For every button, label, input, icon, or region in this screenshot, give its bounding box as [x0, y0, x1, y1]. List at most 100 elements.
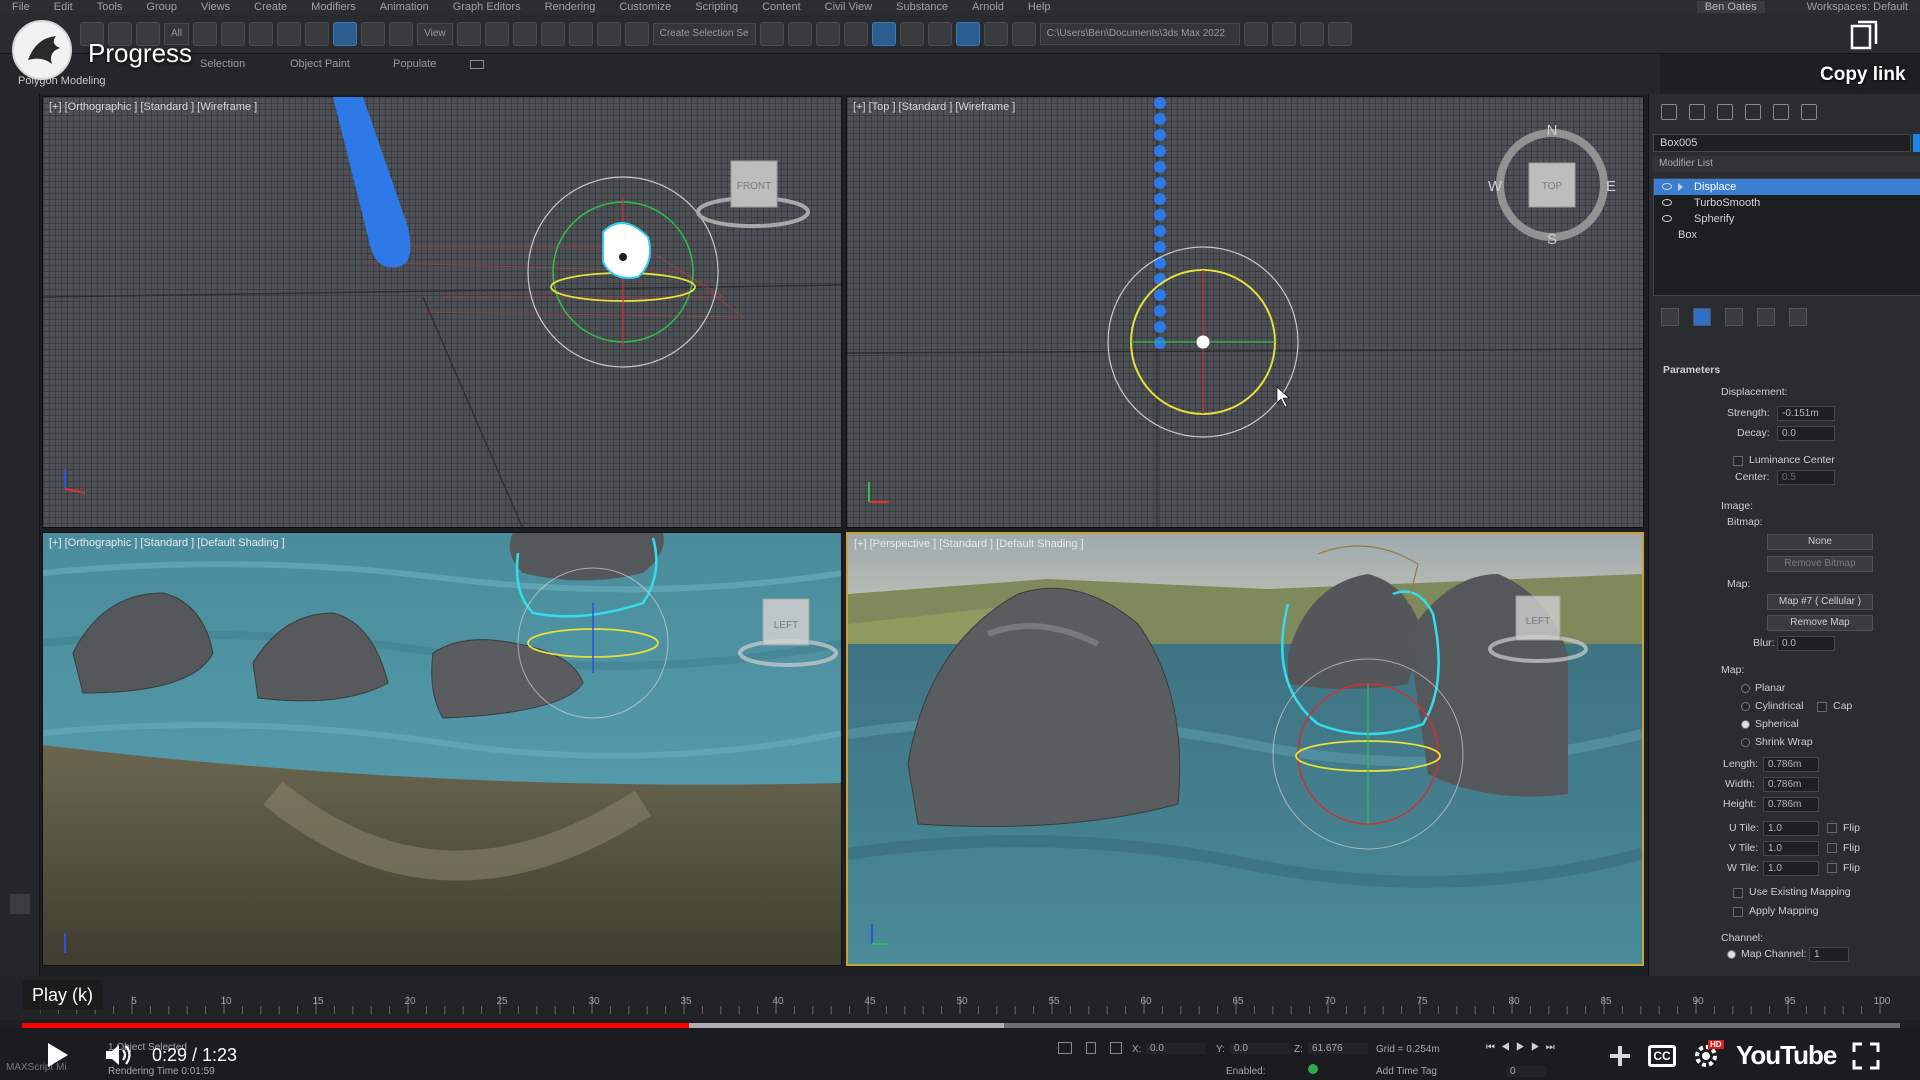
- menu-graph-editors[interactable]: Graph Editors: [441, 1, 533, 13]
- expand-icon[interactable]: [1678, 183, 1683, 191]
- object-name-field[interactable]: Box005: [1653, 134, 1911, 152]
- material-editor-icon[interactable]: [927, 21, 952, 46]
- configure-sets-icon[interactable]: [1789, 308, 1807, 326]
- project-path-field[interactable]: C:\Users\Ben\Documents\3ds Max 2022: [1039, 22, 1240, 45]
- render-frame-icon[interactable]: [983, 21, 1008, 46]
- shrink-wrap-radio[interactable]: [1741, 738, 1750, 747]
- center-input[interactable]: 0.5: [1777, 470, 1835, 485]
- luminance-center-checkbox[interactable]: [1733, 456, 1743, 466]
- layer-explorer-icon[interactable]: [843, 21, 868, 46]
- menu-arnold[interactable]: Arnold: [960, 1, 1016, 13]
- viewport-label-br[interactable]: [+] [Perspective ] [Standard ] [Default …: [854, 538, 1084, 550]
- reference-coordinate-dropdown[interactable]: View: [417, 22, 453, 45]
- make-unique-icon[interactable]: [1725, 308, 1743, 326]
- z-coord-field[interactable]: 61.676: [1308, 1043, 1368, 1054]
- cylindrical-radio[interactable]: [1741, 702, 1750, 711]
- ribbon-options-icon[interactable]: [470, 60, 484, 69]
- keyboard-shortcut-icon[interactable]: [484, 21, 509, 46]
- isolate-icon[interactable]: [1058, 1042, 1072, 1054]
- eye-icon[interactable]: [1662, 215, 1672, 222]
- scene-explorer-icon[interactable]: [815, 21, 840, 46]
- utile-input[interactable]: 1.0: [1763, 821, 1819, 836]
- rect-selection-icon[interactable]: [249, 21, 274, 46]
- u-flip-checkbox[interactable]: [1827, 823, 1837, 833]
- current-frame-field[interactable]: 0: [1506, 1066, 1546, 1077]
- height-input[interactable]: 0.786m: [1763, 797, 1819, 812]
- angle-snap-icon[interactable]: [540, 21, 565, 46]
- select-by-name-icon[interactable]: [221, 21, 246, 46]
- lock-icon[interactable]: [1086, 1042, 1096, 1054]
- plus-icon[interactable]: [1608, 1044, 1632, 1068]
- project-folder-icon[interactable]: [1243, 21, 1268, 46]
- decay-input[interactable]: 0.0: [1777, 426, 1835, 441]
- v-flip-checkbox[interactable]: [1827, 843, 1837, 853]
- viewcube-front-label[interactable]: FRONT: [737, 181, 771, 192]
- youtube-logo[interactable]: YouTube: [1736, 1040, 1837, 1071]
- edit-named-selection-icon[interactable]: [624, 21, 649, 46]
- viewport-top-wireframe[interactable]: TOP N S E W [+] [Top ] [Standard ] [Wire…: [846, 96, 1644, 528]
- menu-edit[interactable]: Edit: [42, 1, 85, 13]
- viewcube-left-label[interactable]: LEFT: [774, 620, 798, 631]
- viewport-label-bl[interactable]: [+] [Orthographic ] [Standard ] [Default…: [49, 537, 285, 549]
- length-input[interactable]: 0.786m: [1763, 757, 1819, 772]
- schematic-view-icon[interactable]: [899, 21, 924, 46]
- modifier-list-dropdown[interactable]: Modifier List: [1653, 156, 1920, 172]
- render-setup-icon[interactable]: [955, 21, 980, 46]
- percent-snap-icon[interactable]: [568, 21, 593, 46]
- named-selection-dropdown[interactable]: Create Selection Se: [652, 22, 756, 45]
- menu-customize[interactable]: Customize: [607, 1, 683, 13]
- modify-tab-icon[interactable]: [1689, 104, 1705, 120]
- menu-file[interactable]: File: [0, 1, 42, 13]
- blur-input[interactable]: 0.0: [1777, 636, 1835, 651]
- apply-mapping-checkbox[interactable]: [1733, 907, 1743, 917]
- menu-create[interactable]: Create: [242, 1, 299, 13]
- menu-animation[interactable]: Animation: [368, 1, 441, 13]
- window-crossing-icon[interactable]: [277, 21, 302, 46]
- create-tab-icon[interactable]: [1661, 104, 1677, 120]
- align-icon[interactable]: [787, 21, 812, 46]
- menu-modifiers[interactable]: Modifiers: [299, 1, 368, 13]
- spinner-snap-icon[interactable]: [596, 21, 621, 46]
- w-flip-checkbox[interactable]: [1827, 863, 1837, 873]
- toolbar-extra2-icon[interactable]: [1299, 21, 1324, 46]
- utilities-tab-icon[interactable]: [1801, 104, 1817, 120]
- planar-radio[interactable]: [1741, 684, 1750, 693]
- copy-link-label[interactable]: Copy link: [1820, 64, 1906, 86]
- map-channel-radio[interactable]: [1727, 950, 1736, 959]
- wtile-input[interactable]: 1.0: [1763, 861, 1819, 876]
- remove-map-button[interactable]: Remove Map: [1767, 615, 1873, 631]
- video-title[interactable]: Progress: [88, 38, 192, 69]
- copy-link-icon[interactable]: [1850, 20, 1878, 52]
- settings-icon[interactable]: HD: [1692, 1039, 1724, 1070]
- map-channel-input[interactable]: 1: [1809, 947, 1849, 962]
- stack-item-turbosmooth[interactable]: TurboSmooth: [1654, 195, 1920, 211]
- spherical-radio[interactable]: [1741, 720, 1750, 729]
- playback-controls[interactable]: ⏮◀▶▶⏭: [1486, 1042, 1561, 1053]
- use-existing-mapping-checkbox[interactable]: [1733, 888, 1743, 898]
- menu-views[interactable]: Views: [189, 1, 242, 13]
- map-button[interactable]: Map #7 ( Cellular ): [1767, 594, 1873, 610]
- width-input[interactable]: 0.786m: [1763, 777, 1819, 792]
- viewport-orthographic-shaded[interactable]: LEFT [+] [Orthographic ] [Standard ] [De…: [42, 532, 842, 966]
- hierarchy-tab-icon[interactable]: [1717, 104, 1733, 120]
- scale-icon[interactable]: [361, 21, 386, 46]
- menu-civil-view[interactable]: Civil View: [813, 1, 884, 13]
- object-color-swatch[interactable]: [1913, 134, 1920, 152]
- viewport-label-tl[interactable]: [+] [Orthographic ] [Standard ] [Wirefra…: [49, 101, 257, 113]
- eye-icon[interactable]: [1662, 183, 1672, 190]
- menu-content[interactable]: Content: [750, 1, 813, 13]
- mirror-icon[interactable]: [759, 21, 784, 46]
- select-object-icon[interactable]: [193, 21, 218, 46]
- menu-rendering[interactable]: Rendering: [533, 1, 608, 13]
- menu-substance[interactable]: Substance: [884, 1, 960, 13]
- stack-item-spherify[interactable]: Spherify: [1654, 211, 1920, 227]
- stack-item-displace[interactable]: Displace: [1654, 179, 1920, 195]
- show-end-result-icon[interactable]: [1693, 308, 1711, 326]
- timeline-ruler[interactable]: 5 10 15 20 25 30 35 40 45 50 55 60 65 70 75 80 85 90 95 100: [40, 994, 1900, 1016]
- absolute-mode-icon[interactable]: [1110, 1042, 1122, 1054]
- ribbon-tab-selection[interactable]: Selection: [200, 58, 245, 70]
- menu-help[interactable]: Help: [1016, 1, 1063, 13]
- display-tab-icon[interactable]: [1773, 104, 1789, 120]
- render-icon[interactable]: [1011, 21, 1036, 46]
- subtitles-icon[interactable]: CC: [1648, 1044, 1676, 1067]
